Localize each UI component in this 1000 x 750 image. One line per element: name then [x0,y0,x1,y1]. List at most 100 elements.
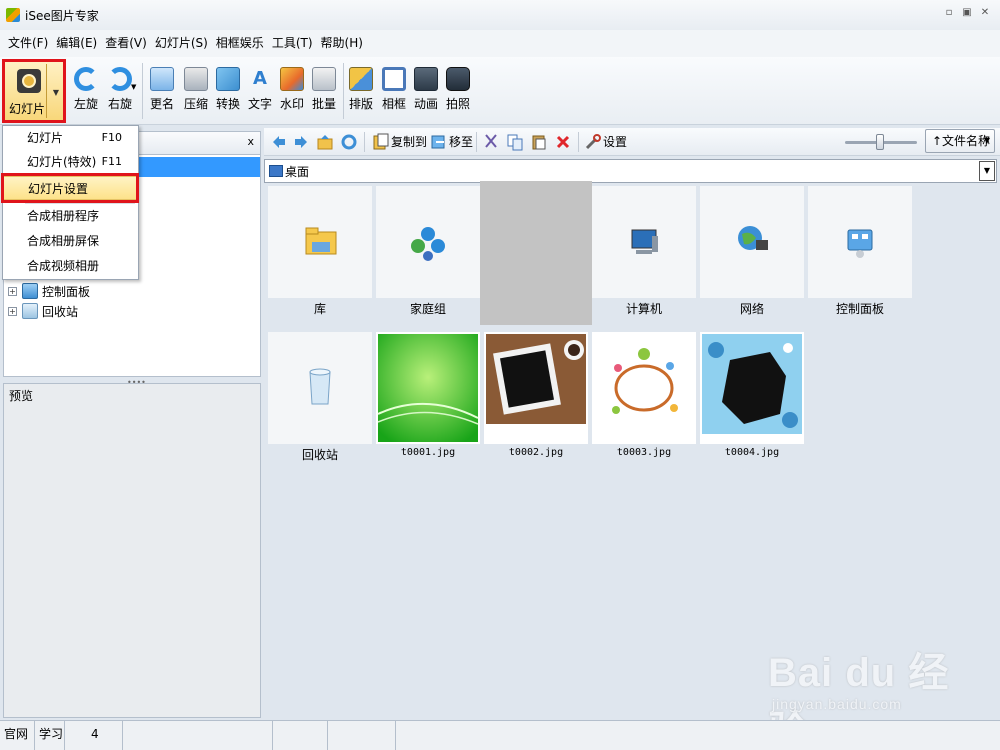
slideshow-button[interactable]: 幻灯片 ▼ [2,59,66,123]
thumbnail-item[interactable] [484,332,588,444]
back-icon[interactable] [270,133,288,151]
menu-item-slideshow[interactable]: 幻灯片 F10 [3,126,138,150]
thumbnail-caption: 家庭组 [409,302,446,316]
tablet-photo-image [486,334,586,424]
menu-slideshow[interactable]: 幻灯片(S) [151,30,212,57]
toolbar-separator [364,132,365,152]
menu-file[interactable]: 文件(F) [4,30,52,57]
thumbnail-item[interactable] [700,332,804,444]
menu-frame-fun[interactable]: 相框娱乐 [212,30,268,57]
batch-button[interactable]: 批量 [304,61,344,121]
menu-edit[interactable]: 编辑(E) [52,30,101,57]
status-website-link[interactable]: 官网 [0,721,35,750]
menu-item-album-screensaver[interactable]: 合成相册屏保 [3,229,138,253]
recycle-bin-icon [309,368,331,405]
split-divider [46,64,47,118]
up-folder-icon[interactable] [316,133,334,151]
copy-to-button[interactable]: 复制到 [391,133,427,151]
thumbnail-caption: t0004.jpg [724,447,780,458]
status-cell [328,721,396,750]
rename-icon [150,67,174,91]
expand-icon[interactable]: + [8,306,17,316]
tree-item-control-panel[interactable]: + 控制面板 [8,282,90,300]
thumbnail-caption: t0002.jpg [508,447,564,458]
menu-help[interactable]: 帮助(H) [317,30,367,57]
photo-button[interactable]: 拍照 [438,61,478,121]
menu-item-label: 幻灯片(特效) [27,155,97,169]
rotate-right-button[interactable]: 右旋 [100,61,140,121]
highlight-annotation [1,173,139,203]
minimize-icon[interactable]: ▫ [942,6,956,20]
path-bar[interactable]: 桌面 ▼ [264,159,997,183]
menu-item-label: 合成视频相册 [27,259,100,273]
status-bar: 官网 学习 4 [0,720,1000,750]
menu-bar: 文件(F) 编辑(E) 查看(V) 幻灯片(S) 相框娱乐 工具(T) 帮助(H… [0,30,1000,57]
copy-icon[interactable] [506,133,524,151]
preview-title: 预览 [9,389,34,403]
thumbnail-caption: t0001.jpg [400,447,456,458]
zoom-slider-thumb[interactable] [876,134,884,150]
maximize-icon[interactable]: ▣ [960,6,974,20]
copy-to-icon [372,133,390,151]
thumbnail-caption: 回收站 [301,448,338,462]
app-icon [6,8,20,22]
dropdown-arrow-icon[interactable]: ▼ [53,88,59,97]
move-to-icon [430,133,448,151]
thumbnail-item[interactable] [592,186,696,298]
thumbnail-caption: t0003.jpg [616,447,672,458]
thumbnail-item[interactable] [700,186,804,298]
delete-icon[interactable] [554,133,572,151]
rotate-dropdown-icon[interactable]: ▼ [131,83,136,91]
tree-item-recycle-bin[interactable]: + 回收站 [8,302,78,320]
tree-item-label: 控制面板 [42,284,91,299]
menu-view[interactable]: 查看(V) [101,30,151,57]
preview-panel: 预览 [3,383,261,718]
status-item-count: 4 [65,721,123,750]
cut-icon[interactable] [482,133,500,151]
thumbnail-item[interactable] [480,181,592,325]
thumbnail-item[interactable] [268,332,372,444]
watermark-logo: Bai du 经验 jingyan.baidu.com [768,640,988,750]
refresh-icon[interactable] [340,133,358,151]
sort-dropdown[interactable]: ↑文件名称 ▼ [925,129,995,153]
forward-icon[interactable] [292,133,310,151]
slideshow-label: 幻灯片 [9,102,46,116]
panel-close-button[interactable]: x [247,135,254,148]
thumbnail-item[interactable] [808,186,912,298]
recycle-bin-icon [22,303,38,319]
thumbnail-item[interactable] [268,186,372,298]
thumbnail-caption: 库 [313,302,326,316]
chevron-down-icon: ▼ [983,136,990,145]
thumbnail-item[interactable] [592,332,696,444]
menu-item-slideshow-effects[interactable]: 幻灯片(特效) F11 [3,150,138,174]
thumbnail-caption: 控制面板 [835,302,884,316]
status-learn-link[interactable]: 学习 [35,721,65,750]
menu-item-video-album[interactable]: 合成视频相册 [3,254,138,278]
toolbar-separator [578,132,579,152]
move-to-button[interactable]: 移至 [449,133,473,151]
rotate-left-icon [74,67,98,91]
thumbnail-grid: 库 家庭组 计算机 网络 控制面板 回收站 t0001.jpg t0002.jp… [264,181,1000,718]
menu-tools[interactable]: 工具(T) [268,30,317,57]
shortcut-label: F10 [101,131,122,144]
green-abstract-image [377,334,479,442]
tree-selected-node[interactable] [139,157,260,177]
watermark-url: jingyan.baidu.com [772,696,902,712]
photo-label: 拍照 [445,97,470,111]
menu-item-label: 合成相册程序 [27,209,100,223]
close-icon[interactable]: ✕ [978,6,992,20]
path-dropdown-icon[interactable]: ▼ [979,161,995,181]
computer-icon [631,229,658,254]
paste-icon[interactable] [530,133,548,151]
expand-icon[interactable]: + [8,286,17,296]
network-icon [738,226,768,250]
status-cell [396,721,1000,750]
settings-button[interactable]: 设置 [603,133,627,151]
thumbnail-item[interactable] [376,332,480,444]
main-toolbar: 幻灯片 ▼ 左旋 右旋 ▼ 更名 压缩 转换 A 文字 水印 批量 排版 相框 … [0,57,1000,125]
thumbnail-item[interactable] [376,186,480,298]
menu-item-album-program[interactable]: 合成相册程序 [3,204,138,228]
settings-tools-icon [584,133,602,151]
batch-label: 批量 [311,97,336,111]
window-title: iSee图片专家 [25,8,99,23]
